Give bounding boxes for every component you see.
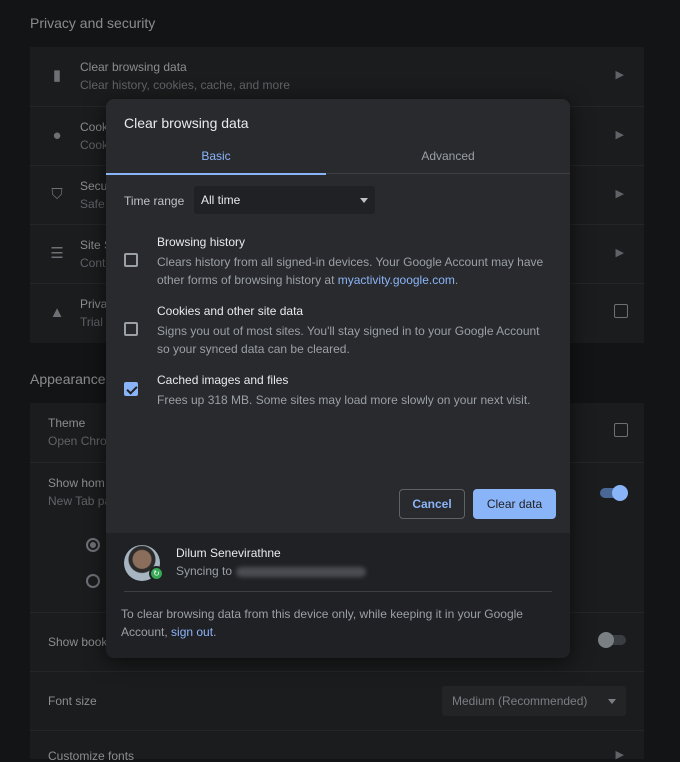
tab-basic[interactable]: Basic bbox=[106, 141, 326, 175]
option-description: Frees up 318 MB. Some sites may load mor… bbox=[157, 393, 531, 407]
row-subtitle: Clear history, cookies, cache, and more bbox=[80, 78, 290, 92]
row-subtitle: New Tab pa bbox=[48, 494, 112, 508]
time-range-value: All time bbox=[201, 193, 241, 207]
row-subtitle: Safe bbox=[80, 197, 105, 211]
row-customize-fonts[interactable]: Customize fonts ▶ bbox=[30, 730, 644, 762]
sync-status: Syncing to bbox=[176, 564, 367, 578]
chevron-right-icon: ▶ bbox=[615, 129, 624, 141]
row-title: Show book bbox=[48, 635, 108, 649]
option-title: Cookies and other site data bbox=[157, 304, 304, 318]
note-text-end: . bbox=[213, 625, 217, 639]
divider bbox=[124, 591, 552, 592]
account-section: ↻ Dilum Senevirathne Syncing to To clear… bbox=[106, 533, 570, 658]
sync-label: Syncing to bbox=[176, 564, 233, 578]
appearance-section-title: Appearance bbox=[30, 371, 106, 387]
cookie-icon: ● bbox=[52, 127, 62, 144]
row-subtitle: Open Chro bbox=[48, 434, 107, 448]
dialog-tabs: Basic Advanced bbox=[106, 141, 570, 175]
option-title: Cached images and files bbox=[157, 373, 289, 387]
row-title: Theme bbox=[48, 416, 86, 430]
row-subtitle: Cont bbox=[80, 256, 106, 270]
chevron-right-icon: ▶ bbox=[615, 188, 624, 200]
browsing-history-checkbox[interactable] bbox=[124, 253, 138, 267]
option-description: Signs you out of most sites. You'll stay… bbox=[157, 324, 540, 356]
row-title: Font size bbox=[48, 694, 97, 708]
row-title: Customize fonts bbox=[48, 749, 135, 762]
external-link-icon bbox=[614, 304, 628, 318]
clear-data-button[interactable]: Clear data bbox=[473, 489, 556, 519]
row-subtitle: Cook bbox=[80, 138, 109, 152]
external-link-icon bbox=[614, 423, 628, 437]
myactivity-link[interactable]: myactivity.google.com bbox=[338, 273, 455, 287]
dropdown-arrow-icon bbox=[360, 198, 368, 203]
time-range-label: Time range bbox=[124, 194, 185, 208]
sync-icon: ↻ bbox=[149, 566, 164, 581]
row-subtitle: Trial bbox=[80, 315, 103, 329]
redacted-email bbox=[236, 566, 367, 577]
row-title: Cook bbox=[80, 120, 109, 134]
flask-icon: ▲ bbox=[49, 304, 65, 321]
time-range-select[interactable]: All time bbox=[194, 186, 375, 214]
trash-icon: ▮ bbox=[52, 67, 62, 84]
sliders-icon: ☰ bbox=[50, 245, 64, 262]
font-size-select[interactable]: Medium (Recommended) bbox=[442, 686, 626, 716]
row-title: Clear browsing data bbox=[80, 60, 187, 74]
radio-new-tab[interactable] bbox=[86, 538, 100, 552]
cookies-checkbox[interactable] bbox=[124, 322, 138, 336]
tab-advanced[interactable]: Advanced bbox=[338, 141, 558, 174]
dropdown-arrow-icon bbox=[608, 699, 616, 704]
row-title: Show hom bbox=[48, 476, 105, 490]
chevron-right-icon: ▶ bbox=[615, 247, 624, 259]
row-title: Secu bbox=[80, 179, 108, 193]
desc-text-end: . bbox=[454, 273, 459, 287]
dialog-title: Clear browsing data bbox=[124, 115, 249, 131]
option-title: Browsing history bbox=[157, 235, 246, 249]
clear-browsing-data-dialog: Clear browsing data Basic Advanced Time … bbox=[106, 99, 570, 658]
chevron-right-icon: ▶ bbox=[615, 69, 624, 81]
cancel-button[interactable]: Cancel bbox=[399, 489, 465, 519]
chevron-right-icon: ▶ bbox=[615, 749, 624, 761]
sign-out-link[interactable]: sign out bbox=[171, 625, 213, 639]
shield-icon: ⛉ bbox=[51, 186, 63, 203]
option-description: Clears history from all signed-in device… bbox=[157, 253, 552, 289]
sign-out-note: To clear browsing data from this device … bbox=[121, 605, 541, 641]
show-home-toggle[interactable] bbox=[600, 485, 628, 501]
row-clear-browsing-data[interactable]: ▮ Clear browsing data Clear history, coo… bbox=[30, 47, 644, 106]
radio-custom-address[interactable] bbox=[86, 574, 100, 588]
privacy-section-title: Privacy and security bbox=[30, 15, 156, 31]
cached-images-checkbox[interactable] bbox=[124, 382, 138, 396]
account-name: Dilum Senevirathne bbox=[176, 546, 281, 560]
show-bookmarks-toggle[interactable] bbox=[598, 632, 626, 648]
row-title: Priva bbox=[80, 297, 108, 311]
row-font-size: Font size Medium (Recommended) bbox=[30, 671, 644, 730]
font-size-value: Medium (Recommended) bbox=[452, 694, 588, 708]
